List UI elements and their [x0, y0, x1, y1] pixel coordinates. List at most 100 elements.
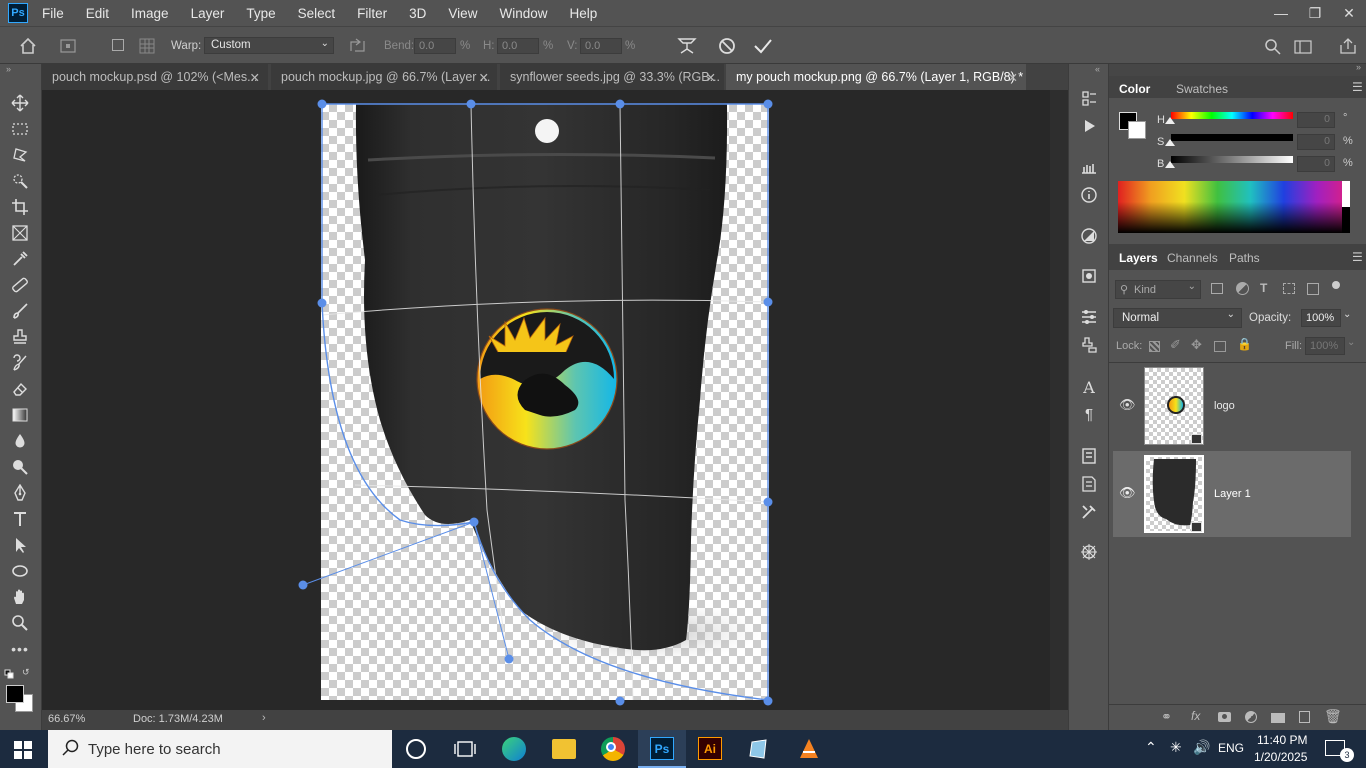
link-layers-icon[interactable]: ⚭ [1161, 709, 1172, 725]
lock-position-icon[interactable]: ✥ [1191, 337, 1202, 353]
history-panel-icon[interactable] [1079, 88, 1099, 108]
character-panel-icon[interactable]: A [1079, 377, 1099, 397]
navigator-panel-icon[interactable] [1079, 542, 1099, 562]
background-swatch[interactable] [1128, 121, 1146, 139]
notes-panel-icon[interactable] [1079, 474, 1099, 494]
fill-input[interactable]: 100% [1305, 337, 1345, 355]
filter-toggle-icon[interactable] [1332, 281, 1340, 289]
network-icon[interactable]: ✳ [1170, 739, 1182, 756]
taskbar-search-box[interactable]: Type here to search [48, 730, 392, 768]
tab-layers[interactable]: Layers [1119, 251, 1158, 265]
logo-thumbnail-graphic [1167, 396, 1185, 414]
clock-time[interactable]: 11:40 PM [1257, 733, 1307, 747]
brightness-input[interactable]: 0 [1297, 156, 1335, 172]
tab-swatches[interactable]: Swatches [1176, 82, 1228, 96]
edge-browser-icon[interactable] [502, 737, 526, 761]
saturation-slider[interactable] [1171, 134, 1293, 141]
chevron-down-icon: ⌄ [1187, 281, 1196, 292]
tab-channels[interactable]: Channels [1167, 251, 1218, 265]
delete-layer-icon[interactable]: 🗑 [1324, 708, 1342, 725]
tab-paths[interactable]: Paths [1229, 251, 1260, 265]
adjustments-panel-icon[interactable] [1079, 226, 1099, 246]
cortana-icon[interactable] [406, 739, 426, 759]
clone-source-panel-icon[interactable] [1079, 335, 1099, 355]
layer-name[interactable]: Layer 1 [1214, 488, 1251, 500]
layer-row-layer-1[interactable]: 👁 Layer 1 [1113, 451, 1351, 537]
actions-panel-icon[interactable] [1079, 116, 1099, 136]
brightness-slider[interactable] [1171, 156, 1293, 163]
libraries-panel-icon[interactable] [1079, 446, 1099, 466]
blend-mode-select[interactable]: Normal ⌄ [1113, 308, 1242, 328]
lock-artboard-icon[interactable] [1214, 341, 1226, 352]
new-group-icon[interactable] [1271, 713, 1285, 723]
fx-icon[interactable]: fx [1191, 709, 1200, 723]
clock-date[interactable]: 1/20/2025 [1254, 750, 1307, 764]
tool-presets-panel-icon[interactable] [1079, 502, 1099, 522]
task-view-icon[interactable] [454, 740, 476, 758]
tab-color[interactable]: Color [1119, 82, 1150, 96]
spectrum-black-swatch[interactable] [1342, 207, 1350, 233]
volume-icon[interactable]: 🔊 [1193, 739, 1210, 756]
filter-kind-select[interactable]: ⚲ Kind ⌄ [1115, 280, 1201, 299]
sun-logo [476, 308, 618, 450]
brightness-slider-thumb[interactable] [1165, 161, 1175, 168]
workspace-icon[interactable] [1294, 39, 1312, 55]
chevron-up-icon[interactable]: ⌃ [1145, 739, 1157, 756]
hue-input[interactable]: 0 [1297, 112, 1335, 128]
paragraph-panel-icon[interactable]: ¶ [1079, 404, 1099, 424]
spectrum-white-swatch[interactable] [1342, 181, 1350, 207]
layers-footer: ⚭ fx 🗑 [1109, 704, 1366, 730]
layer-thumbnail-logo [1144, 367, 1204, 445]
properties-panel-icon[interactable] [1079, 307, 1099, 327]
panel-menu-icon[interactable]: ☰ [1352, 250, 1363, 264]
layer-row-logo[interactable]: 👁 logo [1113, 363, 1351, 449]
chrome-browser-icon[interactable] [601, 737, 625, 761]
filter-shape-icon[interactable] [1283, 283, 1295, 294]
windows-start-icon[interactable] [14, 741, 32, 759]
lock-all-icon[interactable]: 🔒 [1237, 337, 1252, 351]
photoshop-taskbar-button[interactable]: Ps [638, 730, 686, 768]
new-layer-icon[interactable] [1299, 711, 1310, 723]
brushes-panel-icon[interactable] [1079, 158, 1099, 178]
layer-name[interactable]: logo [1214, 400, 1235, 412]
chevron-down-icon[interactable]: ⌄ [1347, 337, 1355, 348]
illustrator-icon[interactable]: Ai [698, 737, 722, 760]
minimize-icon[interactable]: — [1264, 0, 1298, 26]
hue-slider-thumb[interactable] [1165, 117, 1175, 124]
vlc-player-icon[interactable] [797, 737, 821, 761]
filter-pixel-icon[interactable] [1211, 283, 1223, 294]
visibility-eye-icon[interactable]: 👁 [1119, 397, 1136, 413]
file-explorer-icon[interactable] [552, 739, 576, 759]
app-icon[interactable] [748, 738, 770, 760]
language-indicator[interactable]: ENG [1218, 741, 1244, 755]
close-icon[interactable]: ✕ [1332, 0, 1366, 26]
saturation-slider-thumb[interactable] [1165, 139, 1175, 146]
filter-smart-object-icon[interactable] [1307, 283, 1319, 295]
color-spectrum[interactable] [1118, 181, 1350, 233]
filter-type-icon[interactable]: T [1260, 281, 1267, 295]
share-icon[interactable] [1338, 37, 1358, 55]
collapse-arrows-icon[interactable]: » [1356, 62, 1361, 72]
filter-adjustment-icon[interactable] [1236, 282, 1249, 295]
3d-panel-icon[interactable] [1079, 266, 1099, 286]
hue-slider[interactable] [1171, 112, 1293, 119]
zoom-level[interactable]: 66.67% [48, 713, 85, 725]
smart-object-badge-icon [1191, 434, 1202, 444]
vertical-scrollbar[interactable] [1050, 90, 1068, 710]
restore-icon[interactable]: ❐ [1298, 0, 1332, 26]
search-icon[interactable] [1264, 38, 1282, 56]
status-bar: 66.67% Doc: 1.73M/4.23M › [42, 710, 1068, 730]
panel-menu-icon[interactable]: ☰ [1352, 80, 1363, 94]
lock-transparent-icon[interactable] [1149, 341, 1160, 352]
add-mask-icon[interactable] [1218, 712, 1231, 722]
status-menu-arrow-icon[interactable]: › [262, 712, 266, 724]
opacity-input[interactable]: 100% [1301, 309, 1341, 327]
saturation-input[interactable]: 0 [1297, 134, 1335, 150]
info-panel-icon[interactable] [1079, 185, 1099, 205]
visibility-eye-icon[interactable]: 👁 [1119, 485, 1136, 501]
collapse-arrows-icon[interactable]: « [1095, 64, 1100, 74]
chevron-down-icon[interactable]: ⌄ [1343, 309, 1351, 320]
lock-pixels-icon[interactable]: ✐ [1170, 337, 1181, 353]
warp-artwork[interactable] [0, 0, 1050, 710]
adjustment-layer-icon[interactable] [1245, 711, 1257, 723]
